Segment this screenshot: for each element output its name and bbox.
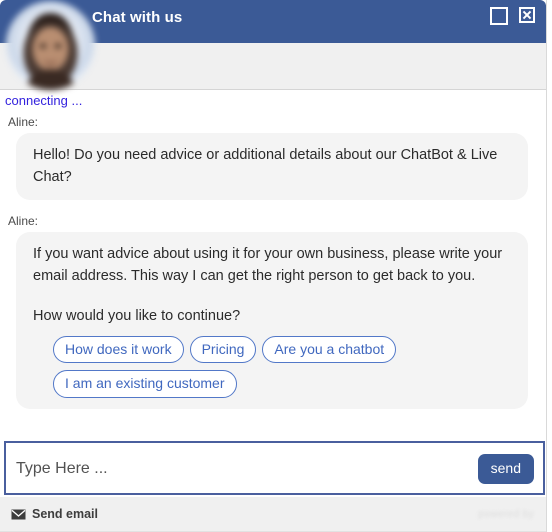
send-button[interactable]: send — [477, 453, 534, 485]
expand-corner-top-left — [490, 7, 499, 16]
message-input[interactable] — [6, 447, 478, 491]
message-group: Aline: If you want advice about using it… — [0, 214, 546, 409]
message-text: How would you like to continue? — [33, 307, 241, 324]
message-sender: Aline: — [8, 115, 39, 129]
quick-reply-pricing[interactable]: Pricing — [189, 336, 257, 364]
quick-reply-are-you-a-chatbot[interactable]: Are you a chatbot — [262, 336, 397, 364]
page-title: Chat with us — [92, 9, 183, 26]
message-sender: Aline: — [8, 213, 39, 228]
message-list[interactable]: Aline: Hello! Do you need advice or addi… — [0, 115, 546, 437]
message-bubble: Hello! Do you need advice or additional … — [16, 133, 528, 200]
message-group: Aline: Hello! Do you need advice or addi… — [0, 115, 546, 200]
avatar — [6, 1, 95, 90]
expand-icon[interactable] — [489, 6, 509, 26]
composer-row: send — [6, 445, 543, 493]
quick-reply-how-does-it-work[interactable]: How does it work — [53, 336, 184, 364]
send-email-label: Send email — [32, 507, 98, 521]
connection-status[interactable]: connecting ... — [5, 93, 82, 108]
message-text: If you want advice about using it for yo… — [33, 245, 503, 285]
composer-footer: Send email powered by — [0, 497, 546, 532]
close-icon-box — [519, 7, 535, 23]
quick-reply-list: How does it work Pricing Are you a chatb… — [53, 336, 494, 398]
footer-watermark: powered by — [478, 509, 534, 520]
quick-reply-existing-customer[interactable]: I am an existing customer — [53, 370, 237, 398]
header-actions — [489, 6, 538, 26]
widget-right-edge — [546, 0, 552, 532]
envelope-icon — [11, 509, 26, 519]
chat-widget: Chat with us connecting ... Aline: Hello… — [0, 0, 552, 532]
expand-corner-top-right — [499, 7, 508, 16]
composer: send — [4, 441, 545, 495]
message-bubble: If you want advice about using it for yo… — [16, 231, 528, 409]
close-icon[interactable] — [518, 6, 538, 26]
send-email-action[interactable]: Send email — [11, 507, 98, 521]
expand-corner-bottom-left — [490, 16, 499, 25]
message-text: Hello! Do you need advice or additional … — [33, 147, 498, 186]
expand-corner-bottom-right — [499, 16, 508, 25]
